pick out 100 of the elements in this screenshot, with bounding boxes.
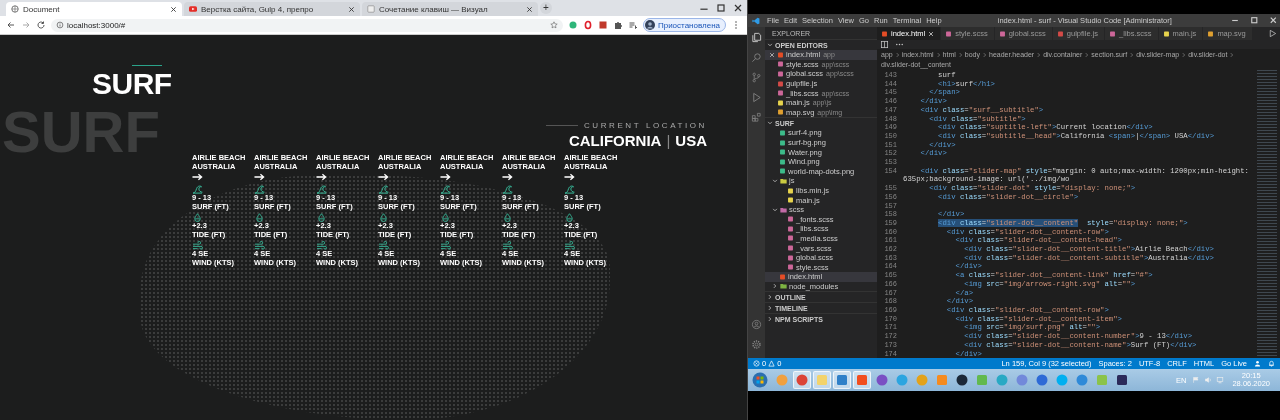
run-icon[interactable] [751, 92, 762, 103]
warning-icon [768, 360, 776, 368]
playlist-icon[interactable] [627, 20, 638, 30]
chevron-icon [1129, 51, 1135, 58]
chevron-icon [1036, 51, 1042, 58]
search-icon[interactable] [751, 52, 762, 63]
arrow-right-icon[interactable] [440, 173, 451, 181]
close-icon[interactable] [526, 5, 533, 13]
split-editor-icon[interactable] [880, 40, 889, 49]
bell-icon[interactable] [1268, 360, 1275, 368]
accent-line [545, 125, 578, 126]
new-tab-button[interactable]: + [540, 2, 552, 14]
circle-icon[interactable] [567, 20, 578, 30]
chevron-icon [772, 177, 778, 184]
ring-icon[interactable] [582, 20, 593, 30]
globe-icon [11, 5, 19, 13]
arrow-right-icon[interactable] [316, 173, 327, 181]
error-icon [753, 360, 760, 368]
chevron-icon [1229, 51, 1235, 58]
wind-icon [378, 241, 389, 250]
profile-status: Приостановлена [657, 20, 720, 30]
wave-icon [254, 185, 265, 194]
settings-icon[interactable] [751, 339, 762, 351]
account-icon[interactable] [751, 319, 762, 331]
arrow-right-icon[interactable] [254, 173, 265, 181]
document-icon [1109, 30, 1117, 37]
close-icon[interactable] [170, 5, 177, 13]
document-icon [1056, 30, 1064, 37]
chevron-icon [767, 42, 773, 48]
drop-icon [192, 213, 203, 222]
page-icon [367, 5, 375, 13]
wave-icon [378, 185, 389, 194]
person-icon[interactable] [1254, 360, 1261, 368]
wind-icon [564, 241, 575, 250]
wave-icon [192, 185, 203, 194]
wave-icon [502, 185, 513, 194]
browser-tab[interactable]: Document [6, 2, 182, 16]
files-icon[interactable] [751, 32, 762, 43]
arrow-right-icon[interactable] [502, 173, 513, 181]
info-icon [56, 21, 64, 29]
wave-icon [564, 185, 575, 194]
chevron-icon [957, 51, 963, 58]
close-icon[interactable] [348, 5, 355, 13]
chevron-icon [767, 120, 773, 127]
folder-icon [780, 206, 787, 213]
wind-icon [192, 241, 203, 250]
chevron-icon [1181, 51, 1187, 58]
location-separator: | [666, 132, 671, 149]
run-icon[interactable] [1268, 29, 1277, 38]
wind-icon [254, 241, 265, 250]
wind-icon [316, 241, 327, 250]
app-logo-icon [752, 16, 760, 25]
drop-icon [254, 213, 265, 222]
maximize-icon[interactable] [715, 3, 727, 13]
wind-icon [502, 241, 513, 250]
wind-icon [440, 241, 451, 250]
drop-icon [502, 213, 513, 222]
browser-tab[interactable]: Сочетание клавиш — Визуал [362, 2, 538, 16]
wave-icon [316, 185, 327, 194]
puzzle-icon[interactable] [612, 20, 623, 30]
location-label: CURRENT LOCATION [583, 121, 707, 130]
arrow-right-icon[interactable] [564, 173, 575, 181]
document-icon [1207, 30, 1215, 37]
chevron-icon [982, 51, 987, 58]
location-country: USA [675, 132, 707, 149]
document-icon [998, 30, 1006, 37]
folder-icon [780, 177, 787, 184]
chevron-icon [894, 51, 900, 58]
wave-icon [440, 185, 451, 194]
browser-tab[interactable]: Верстка сайта, Gulp 4, препро [184, 2, 360, 16]
play-icon [189, 5, 197, 13]
square-icon[interactable] [597, 20, 608, 30]
back-arrow-icon[interactable] [6, 20, 16, 30]
accent-line [132, 65, 162, 66]
drop-icon [564, 213, 575, 222]
drop-icon [440, 213, 451, 222]
chevron-icon [772, 206, 778, 213]
start-button[interactable] [752, 372, 768, 389]
arrow-right-icon[interactable] [192, 173, 203, 181]
arrow-right-icon[interactable] [378, 173, 389, 181]
document-icon [1162, 30, 1170, 37]
document-icon [881, 30, 888, 37]
close-icon[interactable] [732, 3, 744, 13]
document-icon [945, 30, 953, 37]
star-icon[interactable] [549, 21, 558, 29]
chevron-icon [1084, 51, 1090, 58]
reload-icon[interactable] [36, 20, 46, 30]
drop-icon [378, 213, 389, 222]
address-field[interactable]: localhost:3000/# [51, 18, 563, 32]
chevron-icon [935, 51, 941, 58]
avatar-icon [644, 20, 655, 30]
profile-button[interactable]: Приостановлена [642, 18, 726, 32]
taskbar-app-button[interactable] [833, 371, 851, 390]
branch-icon[interactable] [751, 72, 762, 83]
taskbar-app-button[interactable] [793, 371, 811, 390]
extensions-icon[interactable] [751, 112, 762, 123]
drop-icon [316, 213, 327, 222]
page-title: SURF [92, 69, 172, 99]
location-city: CALIFORNIA [568, 132, 662, 149]
forward-arrow-icon[interactable] [21, 20, 31, 30]
